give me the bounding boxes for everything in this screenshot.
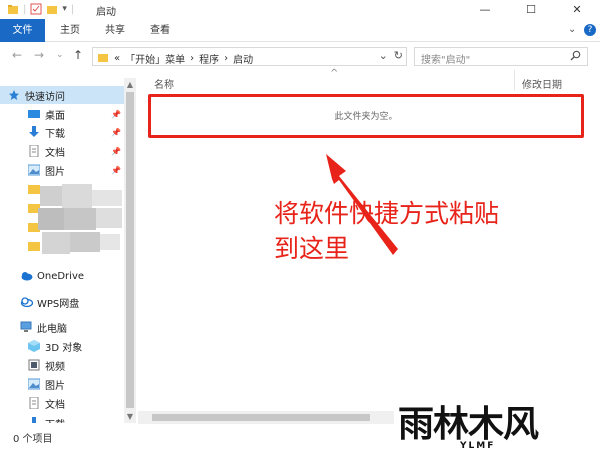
annotation-line-1: 将软件快捷方式粘贴 — [274, 199, 500, 228]
annotation-text: 将软件快捷方式粘贴 到这里 — [140, 196, 499, 266]
watermark-logo: 雨林木风 YLMF — [394, 396, 600, 450]
watermark-subtext: YLMF — [459, 441, 495, 450]
watermark-text: 雨林木风 — [398, 404, 539, 445]
item-count: 0 个项目 — [13, 434, 53, 445]
scrollbar-thumb[interactable] — [152, 414, 370, 421]
annotation-line-2: 到这里 — [274, 234, 350, 263]
